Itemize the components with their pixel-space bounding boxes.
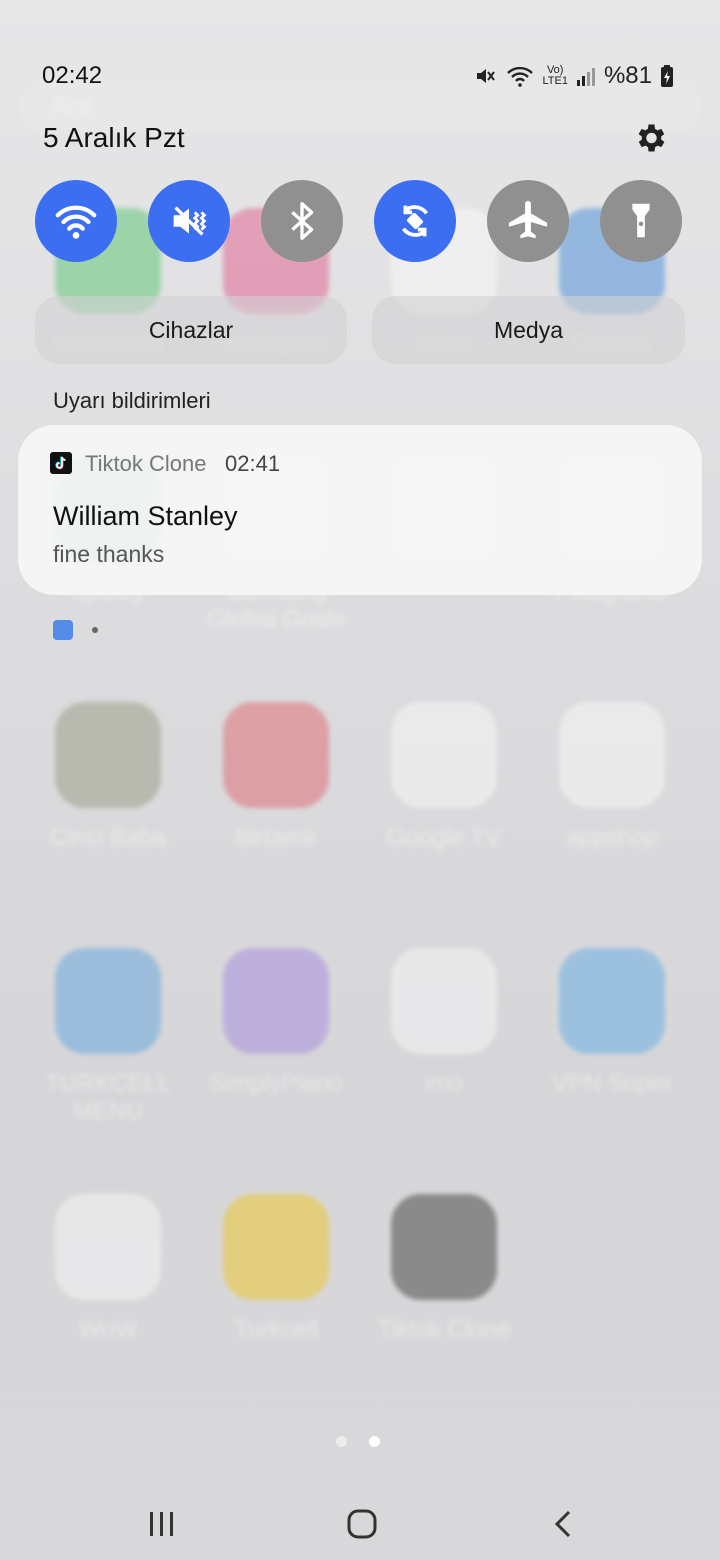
home-app-icon <box>223 1194 329 1300</box>
home-app-icon <box>55 1194 161 1300</box>
home-app-label: Google TV <box>386 824 502 851</box>
mute-icon <box>173 206 207 236</box>
home-app-label: Tiktok Clone <box>377 1316 511 1343</box>
airplane-mode-toggle[interactable] <box>487 180 569 262</box>
home-app-label: Birtamir <box>234 824 318 851</box>
home-app-label: VPN Super <box>551 1070 673 1097</box>
home-app-label: Cinci Baba <box>49 824 167 851</box>
wifi-status-icon <box>507 66 534 87</box>
more-notifications-dot <box>92 627 98 633</box>
flashlight-icon <box>632 203 650 238</box>
battery-percent: %81 <box>603 62 652 89</box>
page-dot <box>336 1436 347 1447</box>
home-app: TURKCELL MENU <box>24 948 192 1126</box>
status-bar: 02:42 Vo) LTE1 %81 <box>0 56 720 96</box>
home-app-icon <box>223 948 329 1054</box>
alert-notifications-header: Uyarı bildirimleri <box>53 388 211 413</box>
recent-apps-icon <box>150 1512 173 1536</box>
back-button[interactable] <box>540 1500 588 1548</box>
home-app: SimplyPiano <box>192 948 360 1098</box>
home-app: Cinci Baba <box>24 702 192 852</box>
flashlight-toggle[interactable] <box>600 180 682 262</box>
battery-icon <box>661 65 673 87</box>
media-button[interactable]: Medya <box>372 296 685 364</box>
home-app: Birtamir <box>192 702 360 852</box>
back-icon <box>554 1510 571 1538</box>
auto-rotate-toggle[interactable] <box>374 180 456 262</box>
home-app-icon <box>55 702 161 808</box>
date-label: 5 Aralık Pzt <box>43 122 185 153</box>
notification-app-name: Tiktok Clone <box>85 451 207 476</box>
home-app-label: TURKCELL MENU <box>45 1070 171 1125</box>
recent-apps-button[interactable] <box>138 1500 186 1548</box>
notification-card[interactable]: Tiktok Clone 02:41 William Stanley fine … <box>18 425 702 595</box>
airplane-icon <box>508 200 548 239</box>
home-app-icon <box>223 702 329 808</box>
mute-toggle[interactable] <box>148 180 230 262</box>
home-app-icon <box>559 948 665 1054</box>
home-button[interactable] <box>338 1500 386 1548</box>
home-icon <box>347 1509 377 1539</box>
notification-body: fine thanks <box>53 541 165 567</box>
bluetooth-icon <box>291 202 314 240</box>
home-app: Tiktok Clone <box>360 1194 528 1344</box>
home-app-icon <box>559 702 665 808</box>
status-icons: Vo) LTE1 %81 <box>474 62 674 90</box>
navigation-bar <box>0 1488 720 1560</box>
wifi-toggle[interactable] <box>35 180 117 262</box>
settings-gear-icon[interactable] <box>632 120 668 156</box>
home-app: VPN Super <box>528 948 696 1098</box>
home-app-icon <box>391 702 497 808</box>
signal-icon <box>576 68 595 86</box>
wifi-icon <box>55 205 97 239</box>
page-dot-active <box>369 1436 380 1447</box>
mute-status-icon <box>477 69 496 83</box>
home-app-label: SimplyPiano <box>209 1070 343 1097</box>
home-app: imo <box>360 948 528 1098</box>
home-app-label: appshop <box>565 824 659 851</box>
home-app: WoW <box>24 1194 192 1344</box>
home-app-label: imo <box>424 1070 464 1097</box>
home-app: Google TV <box>360 702 528 852</box>
tiktok-app-icon <box>50 452 72 474</box>
quick-settings-row <box>35 180 685 262</box>
clock-notification-icon[interactable] <box>53 620 73 640</box>
home-app-icon <box>391 1194 497 1300</box>
volte-badge: Vo) LTE1 <box>542 64 568 87</box>
home-app-icon <box>391 948 497 1054</box>
home-app: Turkcell <box>192 1194 360 1344</box>
devices-button[interactable]: Cihazlar <box>35 296 347 364</box>
notification-time: 02:41 <box>225 451 281 476</box>
home-app-label: Turkcell <box>234 1316 318 1343</box>
home-app-icon <box>55 948 161 1054</box>
auto-rotate-icon <box>401 205 429 237</box>
page-indicator <box>336 1436 380 1447</box>
notification-title: William Stanley <box>53 501 238 531</box>
bluetooth-toggle[interactable] <box>261 180 343 262</box>
home-app: appshop <box>528 702 696 852</box>
status-time: 02:42 <box>42 62 103 89</box>
home-app-label: WoW <box>78 1316 138 1343</box>
